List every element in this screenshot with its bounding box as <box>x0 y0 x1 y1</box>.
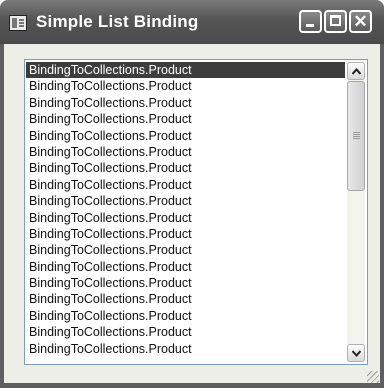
maximize-button[interactable] <box>324 10 347 33</box>
title-bar[interactable]: Simple List Binding ✕ <box>0 0 384 44</box>
scroll-up-button[interactable] <box>347 62 365 80</box>
list-item[interactable]: BindingToCollections.Product <box>26 95 345 111</box>
list-item[interactable]: BindingToCollections.Product <box>26 308 345 324</box>
list-items: BindingToCollections.Product BindingToCol… <box>26 62 345 357</box>
list-item[interactable]: BindingToCollections.Product <box>26 111 345 127</box>
list-item[interactable]: BindingToCollections.Product <box>26 324 345 340</box>
scroll-down-button[interactable] <box>347 344 365 362</box>
list-item[interactable]: BindingToCollections.Product <box>26 275 345 291</box>
resize-grip[interactable] <box>367 371 379 383</box>
list-item[interactable]: BindingToCollections.Product <box>26 291 345 307</box>
window-title: Simple List Binding <box>36 12 199 31</box>
list-item[interactable]: BindingToCollections.Product <box>26 177 345 193</box>
list-item[interactable]: BindingToCollections.Product <box>26 210 345 226</box>
list-item[interactable]: BindingToCollections.Product <box>26 144 345 160</box>
list-item[interactable]: BindingToCollections.Product <box>26 341 345 357</box>
product-listbox[interactable]: BindingToCollections.Product BindingToCol… <box>24 59 368 365</box>
list-item[interactable]: BindingToCollections.Product <box>26 193 345 209</box>
vertical-scrollbar[interactable] <box>347 62 365 362</box>
close-button[interactable]: ✕ <box>349 10 372 33</box>
list-item[interactable]: BindingToCollections.Product <box>26 78 345 94</box>
main-window: Simple List Binding ✕ BindingToCollectio… <box>0 0 384 388</box>
window-frame-bottom <box>0 383 384 388</box>
minimize-button[interactable] <box>299 10 322 33</box>
list-item[interactable]: BindingToCollections.Product <box>26 259 345 275</box>
list-item[interactable]: BindingToCollections.Product <box>26 128 345 144</box>
list-item[interactable]: BindingToCollections.Product <box>26 62 345 79</box>
grip-icon <box>353 132 360 133</box>
list-item[interactable]: BindingToCollections.Product <box>26 242 345 258</box>
chevron-down-icon <box>352 350 361 357</box>
close-icon: ✕ <box>353 12 368 31</box>
list-item[interactable]: BindingToCollections.Product <box>26 226 345 242</box>
app-form-icon[interactable] <box>9 15 27 31</box>
chevron-up-icon <box>352 68 361 75</box>
list-item[interactable]: BindingToCollections.Product <box>26 160 345 176</box>
client-area: BindingToCollections.Product BindingToCol… <box>4 44 380 384</box>
scroll-thumb[interactable] <box>347 81 365 191</box>
